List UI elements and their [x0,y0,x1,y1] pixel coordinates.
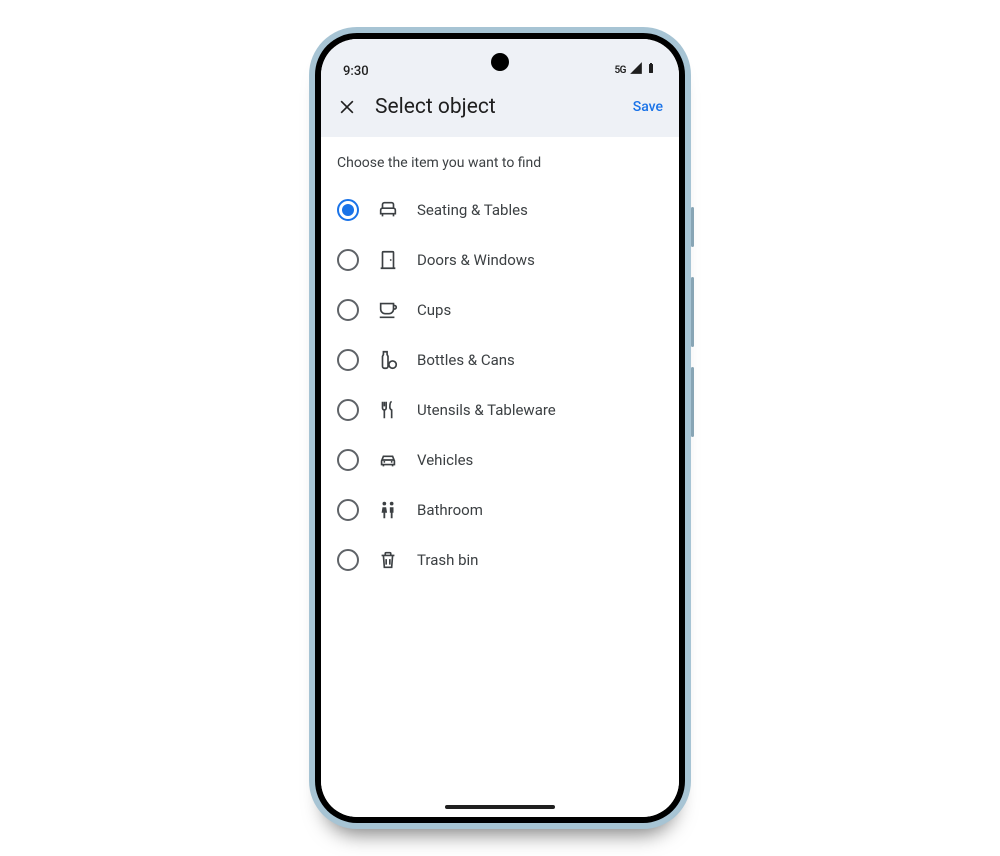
page-title: Select object [375,95,615,119]
option-row[interactable]: Seating & Tables [337,185,663,235]
option-row[interactable]: Trash bin [337,535,663,585]
instruction-text: Choose the item you want to find [337,155,663,171]
phone-frame: 9:30 5G Select object Save [309,27,691,829]
option-row[interactable]: Doors & Windows [337,235,663,285]
options-list: Seating & Tables Doors & Windows Cups Bottl… [337,185,663,585]
option-row[interactable]: Bathroom [337,485,663,535]
option-label: Doors & Windows [417,251,535,269]
volume-down-button [691,367,694,437]
nav-handle[interactable] [445,805,555,809]
option-label: Trash bin [417,551,478,569]
vehicle-icon [377,449,399,471]
radio-button[interactable] [337,349,359,371]
app-bar: Select object Save [321,81,679,137]
network-label: 5G [614,65,626,76]
radio-button[interactable] [337,499,359,521]
utensils-icon [377,399,399,421]
bottle-icon [377,349,399,371]
option-label: Seating & Tables [417,201,528,219]
status-icons: 5G [614,61,657,79]
trash-icon [377,549,399,571]
chair-icon [377,199,399,221]
radio-button[interactable] [337,299,359,321]
option-row[interactable]: Bottles & Cans [337,335,663,385]
option-row[interactable]: Cups [337,285,663,335]
battery-icon [645,61,657,79]
option-label: Bottles & Cans [417,351,515,369]
content-area: Choose the item you want to find Seating… [321,137,679,817]
radio-button[interactable] [337,399,359,421]
option-label: Cups [417,301,451,319]
cup-icon [377,299,399,321]
status-time: 9:30 [343,64,369,79]
door-icon [377,249,399,271]
volume-up-button [691,277,694,347]
option-row[interactable]: Vehicles [337,435,663,485]
option-label: Vehicles [417,451,473,469]
option-row[interactable]: Utensils & Tableware [337,385,663,435]
option-label: Bathroom [417,501,483,519]
save-button[interactable]: Save [633,99,663,115]
radio-button[interactable] [337,199,359,221]
close-icon[interactable] [337,97,357,117]
radio-button[interactable] [337,549,359,571]
radio-button[interactable] [337,449,359,471]
signal-icon [629,61,643,79]
option-label: Utensils & Tableware [417,401,556,419]
power-button [691,207,694,247]
screen: 9:30 5G Select object Save [321,39,679,817]
radio-button[interactable] [337,249,359,271]
bathroom-icon [377,499,399,521]
camera-cutout [491,53,509,71]
